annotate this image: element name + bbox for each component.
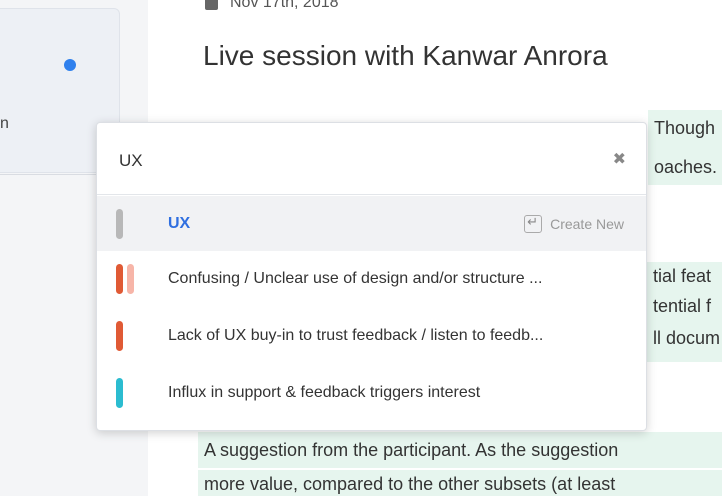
tag-option[interactable]: Confusing / Unclear use of design and/or… [97,251,646,306]
session-date: Nov 17th, 2018 [230,0,339,11]
highlighted-text[interactable]: more value, compared to the other subset… [198,470,722,496]
clear-icon[interactable]: ✖ [613,149,626,169]
create-new-icon [524,214,543,233]
create-new-button[interactable]: Create New [524,214,624,233]
session-date-row: Nov 17th, 2018 [205,0,339,12]
session-title: Live session with Kanwar Anrora [203,40,608,71]
tag-color-bar [116,377,123,408]
highlighted-text[interactable]: ll docum [647,322,722,362]
highlighted-text[interactable]: tial feat [647,262,722,292]
tag-color-bar [127,263,134,294]
tag-color-bar [116,263,123,294]
unread-dot-icon [64,59,76,71]
tag-option-label: UX [168,214,191,232]
tag-option-label: Influx in support & feedback triggers in… [168,383,481,401]
highlighted-text[interactable]: tential f [647,292,722,322]
tag-picker-dropdown: ✖ UX Create New Confusing / Unclear use … [96,122,647,431]
tag-option-label: Confusing / Unclear use of design and/or… [168,269,543,287]
highlighted-text[interactable]: Though [648,110,722,145]
highlighted-text[interactable]: A suggestion from the participant. As th… [198,432,722,468]
tag-color-bar [116,208,123,239]
tag-option-label: Lack of UX buy-in to trust feedback / li… [168,326,544,344]
tag-option-ux[interactable]: UX Create New [97,196,646,251]
highlighted-text[interactable]: oaches. [648,145,722,185]
tag-color-bar [116,320,123,351]
tag-search-row: ✖ [97,123,646,195]
sidebar-partial-label: n [0,115,9,132]
create-new-label: Create New [550,215,624,232]
tag-option[interactable]: Lack of UX buy-in to trust feedback / li… [97,308,646,363]
tag-search-input[interactable] [119,151,539,171]
tag-option[interactable]: Influx in support & feedback triggers in… [97,365,646,420]
calendar-icon [205,0,218,10]
